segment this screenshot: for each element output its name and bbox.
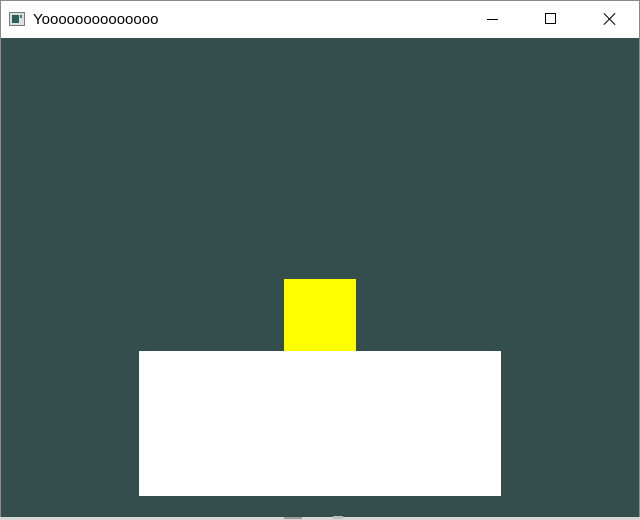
- white-rectangle: [139, 351, 501, 496]
- yellow-square: [284, 279, 356, 351]
- rendering-canvas[interactable]: [1, 38, 639, 519]
- minimize-icon: [487, 19, 498, 20]
- window-title: Yoooooooooooooo: [33, 11, 159, 28]
- maximize-icon: [545, 13, 556, 24]
- close-icon: [603, 12, 617, 26]
- app-window-icon: [9, 12, 25, 26]
- maximize-button[interactable]: [522, 1, 580, 38]
- close-button[interactable]: [581, 1, 639, 38]
- bottom-edge-mark-left: [284, 517, 302, 519]
- window-titlebar[interactable]: Yoooooooooooooo: [1, 1, 639, 38]
- application-window: Yoooooooooooooo: [0, 0, 640, 520]
- bottom-edge-mark-right: [333, 516, 343, 519]
- minimize-button[interactable]: [463, 1, 521, 38]
